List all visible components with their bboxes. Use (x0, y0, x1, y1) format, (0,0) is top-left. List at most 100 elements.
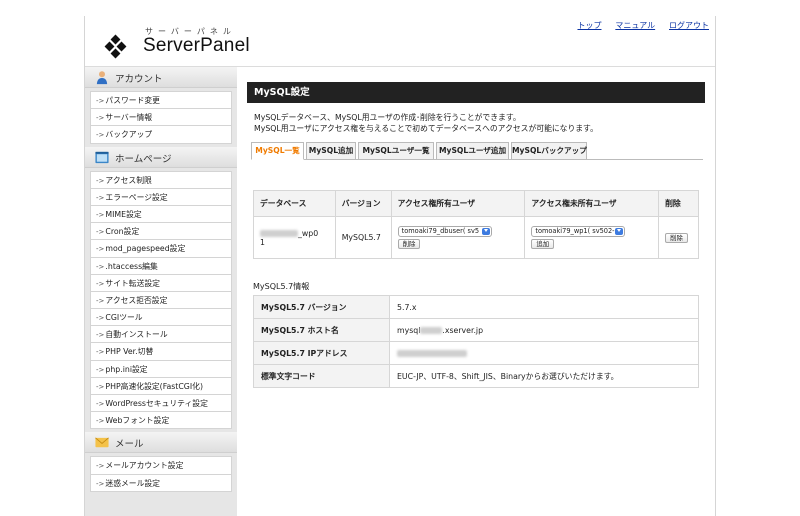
sidebar-item-access-restriction[interactable]: ->アクセス制限 (90, 170, 232, 189)
user-icon (96, 71, 108, 85)
add-access-button[interactable]: 追加 (531, 239, 555, 249)
tab-mysql-user-add[interactable]: MySQLユーザ追加 (436, 142, 509, 160)
sidebar-item-label: サーバー情報 (105, 113, 153, 123)
sidebar-item-label: .htaccess編集 (105, 261, 158, 271)
database-table: データベース バージョン アクセス権所有ユーザ アクセス権未所有ユーザ 削除 _… (253, 190, 699, 259)
sidebar-item-mail-account[interactable]: ->メールアカウント設定 (90, 456, 232, 475)
sidebar-item-label: アクセス制限 (105, 175, 152, 185)
top-links: トップ マニュアル ログアウト (566, 20, 709, 31)
tab-bar: MySQL一覧 MySQL追加 MySQLユーザ一覧 MySQLユーザ追加 My… (251, 142, 703, 160)
sidebar-item-access-deny[interactable]: ->アクセス拒否設定 (90, 290, 232, 310)
sidebar-list-homepage: ->アクセス制限 ->エラーページ設定 ->MIME設定 ->Cron設定 ->… (90, 168, 232, 433)
sidebar-item-password[interactable]: ->パスワード変更 (90, 91, 232, 110)
database-name-suffix: _wp0 (298, 228, 319, 238)
sidebar-section-title: アカウント (115, 74, 163, 85)
sidebar-item-label: アクセス拒否設定 (105, 295, 168, 305)
manual-link[interactable]: マニュアル (615, 21, 655, 30)
sidebar-item-label: Cron設定 (105, 227, 140, 237)
main-content: MySQL設定 MySQLデータベース、MySQL用ユーザの作成･削除を行うこと… (247, 82, 705, 388)
sidebar-section-mail: メール (85, 432, 237, 454)
info-title: MySQL5.7情報 (253, 282, 310, 291)
sidebar-item-site-redirect[interactable]: ->サイト転送設定 (90, 273, 232, 292)
homepage-icon (95, 151, 109, 163)
sidebar-section-account: アカウント (85, 67, 237, 88)
table-row: MySQL5.7 ホスト名 mysql .xserver.jp (253, 318, 699, 342)
logo-text: ServerPanel (143, 35, 250, 56)
sidebar-item-backup[interactable]: ->バックアップ (90, 125, 232, 144)
table-row: MySQL5.7 IPアドレス (253, 341, 699, 365)
hostname-suffix: .xserver.jp (442, 325, 484, 335)
column-header: 削除 (658, 190, 699, 217)
sidebar-item-cron[interactable]: ->Cron設定 (90, 222, 232, 241)
sidebar-item-php-fastcgi[interactable]: ->PHP高速化設定(FastCGI化) (90, 376, 232, 395)
sidebar-item-web-font[interactable]: ->Webフォント設定 (90, 411, 232, 430)
sidebar-item-label: PHP高速化設定(FastCGI化) (105, 381, 203, 391)
sidebar-item-label: WordPressセキュリティ設定 (105, 399, 208, 408)
logo-mark-icon (104, 34, 127, 59)
sidebar-item-label: パスワード変更 (105, 96, 160, 105)
sidebar-item-label: MIME設定 (105, 209, 142, 219)
column-header: アクセス権未所有ユーザ (524, 190, 660, 217)
header: サーバーパネル ServerPanel トップ マニュアル ログアウト (85, 16, 715, 66)
info-label: MySQL5.7 ホスト名 (253, 318, 390, 342)
mail-icon (95, 437, 109, 448)
sidebar-item-label: CGIツール (105, 313, 143, 323)
remove-access-button[interactable]: 削除 (397, 239, 421, 249)
sidebar-item-auto-install[interactable]: ->自動インストール (90, 325, 232, 344)
column-header: アクセス権所有ユーザ (390, 190, 526, 217)
sidebar-item-label: エラーページ設定 (105, 192, 168, 202)
description-line: MySQL用ユーザにアクセス権を与えることで初めてデータベースへのアクセスが可能… (254, 124, 598, 133)
description: MySQLデータベース、MySQL用ユーザの作成･削除を行うことができます。 M… (247, 112, 705, 134)
sidebar-item-label: バックアップ (105, 130, 153, 140)
hostname-prefix: mysql (397, 325, 421, 335)
sidebar-item-label: 自動インストール (105, 330, 168, 340)
info-label: MySQL5.7 IPアドレス (253, 341, 390, 365)
sidebar-item-htaccess[interactable]: ->.htaccess編集 (90, 256, 232, 275)
sidebar-item-php-ini[interactable]: ->php.ini設定 (90, 359, 232, 378)
sidebar-item-label: サイト転送設定 (105, 278, 160, 288)
sidebar-item-php-version[interactable]: ->PHP Ver.切替 (90, 342, 232, 361)
non-owner-users-cell: tomoaki79_wp1( sv502- 追加 (524, 216, 660, 259)
chevron-down-icon (615, 228, 624, 235)
database-version: MySQL5.7 (334, 216, 392, 259)
sidebar-item-pagespeed[interactable]: ->mod_pagespeed設定 (90, 239, 232, 258)
chevron-down-icon (481, 228, 490, 235)
sidebar-item-label: 迷惑メール設定 (105, 478, 160, 488)
redacted-text (260, 230, 298, 237)
sidebar-item-spam[interactable]: ->迷惑メール設定 (90, 473, 232, 492)
table-row: _wp0 1 MySQL5.7 tomoaki79_dbuser( sv5 削除… (253, 216, 699, 259)
info-value: EUC-JP、UTF-8、Shift_JIS、Binaryからお選びいただけます… (389, 364, 699, 388)
sidebar: アカウント ->パスワード変更 ->サーバー情報 ->バックアップ ホームページ… (85, 67, 237, 516)
tab-mysql-list[interactable]: MySQL一覧 (251, 142, 304, 160)
sidebar-list-account: ->パスワード変更 ->サーバー情報 ->バックアップ (90, 88, 232, 147)
info-value: mysql .xserver.jp (389, 318, 699, 342)
mysql-info-table: MySQL5.7 バージョン 5.7.x MySQL5.7 ホスト名 mysql… (253, 295, 699, 388)
tab-mysql-add[interactable]: MySQL追加 (306, 142, 356, 160)
owner-user-select[interactable]: tomoaki79_dbuser( sv5 (397, 226, 492, 237)
tab-mysql-user-list[interactable]: MySQLユーザ一覧 (358, 142, 434, 160)
info-label: 標準文字コード (253, 364, 390, 388)
table-row: 標準文字コード EUC-JP、UTF-8、Shift_JIS、Binaryからお… (253, 364, 699, 388)
select-value: tomoaki79_dbuser( sv5 (401, 227, 480, 235)
delete-database-button[interactable]: 削除 (665, 232, 688, 243)
info-value (389, 341, 699, 365)
description-line: MySQLデータベース、MySQL用ユーザの作成･削除を行うことができます。 (254, 113, 521, 122)
sidebar-item-server-info[interactable]: ->サーバー情報 (90, 108, 232, 127)
redacted-text (420, 327, 443, 334)
sidebar-item-wp-security[interactable]: ->WordPressセキュリティ設定 (90, 394, 232, 413)
sidebar-item-label: PHP Ver.切替 (105, 347, 154, 357)
delete-cell: 削除 (658, 216, 699, 259)
sidebar-item-label: mod_pagespeed設定 (105, 244, 186, 254)
column-header: データベース (253, 190, 336, 217)
sidebar-item-mime[interactable]: ->MIME設定 (90, 204, 232, 224)
sidebar-item-error-page[interactable]: ->エラーページ設定 (90, 187, 232, 206)
non-owner-user-select[interactable]: tomoaki79_wp1( sv502- (531, 226, 626, 237)
top-link[interactable]: トップ (577, 21, 601, 30)
owner-users-cell: tomoaki79_dbuser( sv5 削除 (390, 216, 526, 259)
logout-link[interactable]: ログアウト (669, 21, 709, 30)
sidebar-item-cgi-tools[interactable]: ->CGIツール (90, 308, 232, 327)
server-panel-window: サーバーパネル ServerPanel トップ マニュアル ログアウト アカウン… (84, 16, 716, 516)
sidebar-section-homepage: ホームページ (85, 146, 237, 168)
column-header: バージョン (334, 190, 392, 217)
tab-mysql-backup[interactable]: MySQLバックアップ (511, 142, 587, 160)
